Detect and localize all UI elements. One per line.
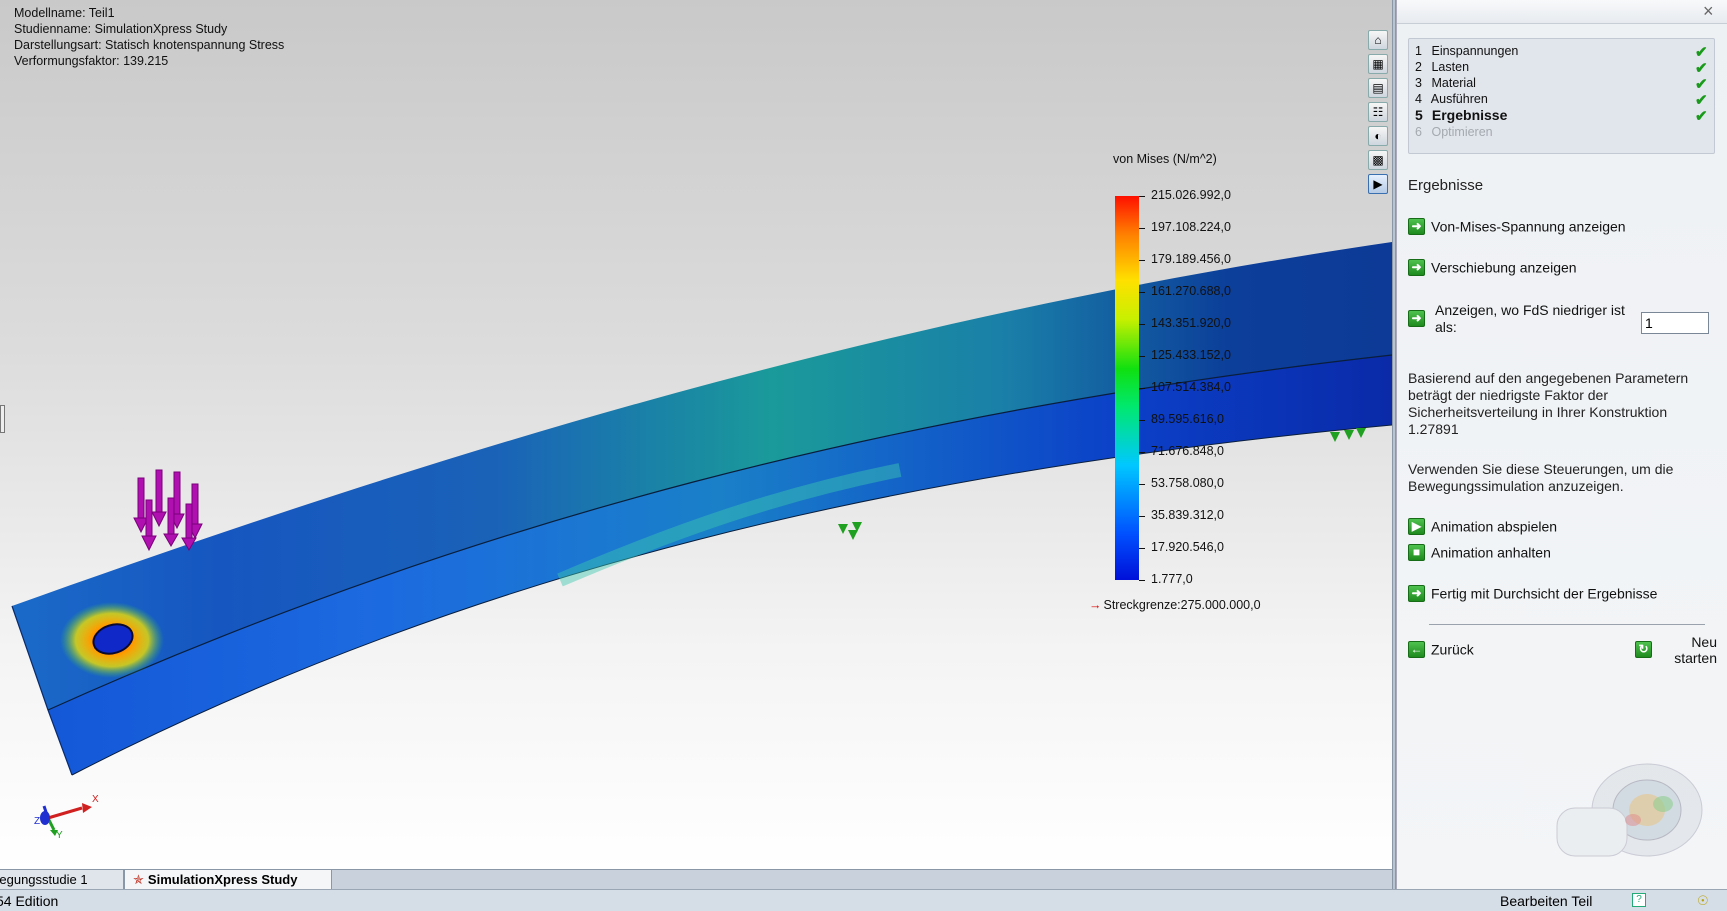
stress-plot-model: [11, 242, 1392, 776]
arrow-right-icon: ➜: [1408, 258, 1425, 276]
legend-tick: [1139, 228, 1145, 229]
play-animation-button[interactable]: ▶ Animation abspielen: [1408, 517, 1557, 535]
legend-value: 17.920.546,0: [1151, 540, 1224, 554]
view-toolbar: ⌂ ▦ ▤ ☷ ◐ ▩ ▶: [1368, 30, 1390, 198]
study-name: Studienname: SimulationXpress Study: [14, 22, 228, 36]
restart-icon[interactable]: ↻: [1635, 641, 1652, 658]
legend-color-bar: [1115, 196, 1139, 580]
fos-threshold-input[interactable]: [1641, 312, 1709, 334]
legend-tick: [1139, 516, 1145, 517]
legend-tick: [1139, 548, 1145, 549]
tab-motion-study[interactable]: wegungsstudie 1: [0, 870, 124, 890]
back-button[interactable]: ← Zurück: [1408, 640, 1474, 658]
pin-icon[interactable]: ☉: [1697, 893, 1709, 909]
legend-tick: [1139, 388, 1145, 389]
graphics-viewport[interactable]: Modellname: Teil1 Studienname: Simulatio…: [0, 0, 1392, 869]
check-icon: ✔: [1695, 108, 1708, 125]
legend-value: 161.270.688,0: [1151, 284, 1231, 298]
legend-tick: [1139, 580, 1145, 581]
folder-icon[interactable]: ▤: [1368, 78, 1388, 98]
simulation-watermark-icon: [1556, 763, 1703, 857]
legend-value: 125.433.152,0: [1151, 348, 1231, 362]
step-einspannungen[interactable]: 1 Einspannungen: [1415, 44, 1518, 58]
help-icon[interactable]: ?: [1632, 893, 1646, 907]
check-icon: ✔: [1695, 76, 1708, 93]
legend-value: 197.108.224,0: [1151, 220, 1231, 234]
pane-header: ×: [1397, 0, 1727, 24]
yield-strength-label: Streckgrenze:275.000.000,0: [1103, 598, 1261, 612]
check-icon: ✔: [1695, 44, 1708, 61]
study-tab-bar: wegungsstudie 1 ✯SimulationXpress Study: [0, 869, 1392, 890]
fos-label: Anzeigen, wo FdS niedriger ist als:: [1435, 302, 1625, 335]
plot-type: Darstellungsart: Statisch knotenspannung…: [14, 38, 285, 52]
status-mode: Bearbeiten Teil: [1500, 893, 1593, 909]
model-name: Modellname: Teil1: [14, 6, 115, 20]
legend-tick: [1139, 292, 1145, 293]
legend-value: 107.514.384,0: [1151, 380, 1231, 394]
yield-arrow-icon: →: [1089, 598, 1102, 612]
axis-z-label: Z: [34, 816, 40, 827]
chart-icon[interactable]: ▦: [1368, 54, 1388, 74]
legend-value: 71.676.848,0: [1151, 444, 1224, 458]
animation-description: Verwenden Sie diese Steuerungen, um die …: [1408, 461, 1674, 494]
show-fos-button[interactable]: ➜: [1408, 310, 1425, 327]
play-icon: ▶: [1408, 517, 1425, 535]
status-edition: 54 Edition: [0, 893, 59, 909]
check-icon: ✔: [1695, 60, 1708, 77]
section-title: Ergebnisse: [1408, 177, 1484, 194]
model-info: Modellname: Teil1 Studienname: Simulatio…: [14, 5, 284, 69]
wizard-steps: 1 Einspannungen ✔ 2 Lasten ✔ 3 Material …: [1408, 38, 1715, 154]
arrow-right-icon: ➜: [1408, 584, 1425, 602]
step-optimieren: 6 Optimieren: [1415, 125, 1493, 139]
legend-tick: [1139, 420, 1145, 421]
legend-tick: [1139, 452, 1145, 453]
deformation-scale: Verformungsfaktor: 139.215: [14, 54, 169, 68]
show-von-mises-button[interactable]: ➜ Von-Mises-Spannung anzeigen: [1408, 217, 1626, 235]
legend-tick: [1139, 324, 1145, 325]
legend-value: 89.595.616,0: [1151, 412, 1224, 426]
simulationxpress-pane: × 1 Einspannungen ✔ 2 Lasten ✔ 3 Materia…: [1396, 0, 1727, 889]
arrow-right-icon: ➜: [1408, 217, 1425, 235]
close-icon[interactable]: ×: [1703, 2, 1714, 20]
legend-value: 215.026.992,0: [1151, 188, 1231, 202]
legend-tick: [1139, 484, 1145, 485]
stop-icon: ■: [1408, 543, 1425, 561]
axis-y-label: Y: [56, 830, 63, 838]
color-icon[interactable]: ◐: [1368, 126, 1388, 146]
result-description: Basierend auf den angegebenen Parametern…: [1408, 370, 1689, 437]
simulation-icon: ✯: [133, 872, 144, 887]
legend-value: 35.839.312,0: [1151, 508, 1224, 522]
home-icon[interactable]: ⌂: [1368, 30, 1388, 50]
legend-tick: [1139, 356, 1145, 357]
step-material[interactable]: 3 Material: [1415, 76, 1476, 90]
play-icon[interactable]: ▶: [1368, 174, 1388, 194]
legend-tick: [1139, 196, 1145, 197]
separator: [1429, 624, 1705, 625]
check-icon: ✔: [1695, 92, 1708, 109]
restart-button[interactable]: Neu starten: [1667, 634, 1717, 666]
export-icon[interactable]: ▩: [1368, 150, 1388, 170]
axis-triad: X Y Z: [34, 794, 99, 838]
step-lasten[interactable]: 2 Lasten: [1415, 60, 1469, 74]
status-bar: 54 Edition Bearbeiten Teil ? ☉: [0, 889, 1727, 911]
step-ausfuehren[interactable]: 4 Ausführen: [1415, 92, 1488, 106]
axis-x-label: X: [92, 794, 99, 805]
tab-simxpress-label: SimulationXpress Study: [147, 872, 298, 887]
arrow-left-icon: ←: [1408, 640, 1425, 658]
stop-animation-button[interactable]: ■ Animation anhalten: [1408, 543, 1551, 561]
legend-value: 143.351.920,0: [1151, 316, 1231, 330]
legend-value: 179.189.456,0: [1151, 252, 1231, 266]
legend-title: von Mises (N/m^2): [1113, 152, 1217, 166]
show-displacement-button[interactable]: ➜ Verschiebung anzeigen: [1408, 258, 1577, 276]
done-reviewing-button[interactable]: ➜ Fertig mit Durchsicht der Ergebnisse: [1408, 584, 1657, 602]
report-icon[interactable]: ☷: [1368, 102, 1388, 122]
yield-strength: → Streckgrenze:275.000.000,0: [1089, 598, 1261, 612]
step-ergebnisse[interactable]: 5 Ergebnisse: [1415, 107, 1507, 123]
tab-simulationxpress-study[interactable]: ✯ SimulationXpress Study: [124, 870, 332, 890]
legend-value: 1.777,0: [1151, 572, 1193, 586]
legend-tick: [1139, 260, 1145, 261]
panel-resize-handle[interactable]: [0, 405, 5, 433]
legend-value: 53.758.080,0: [1151, 476, 1224, 490]
load-arrows-icon: [133, 469, 203, 552]
